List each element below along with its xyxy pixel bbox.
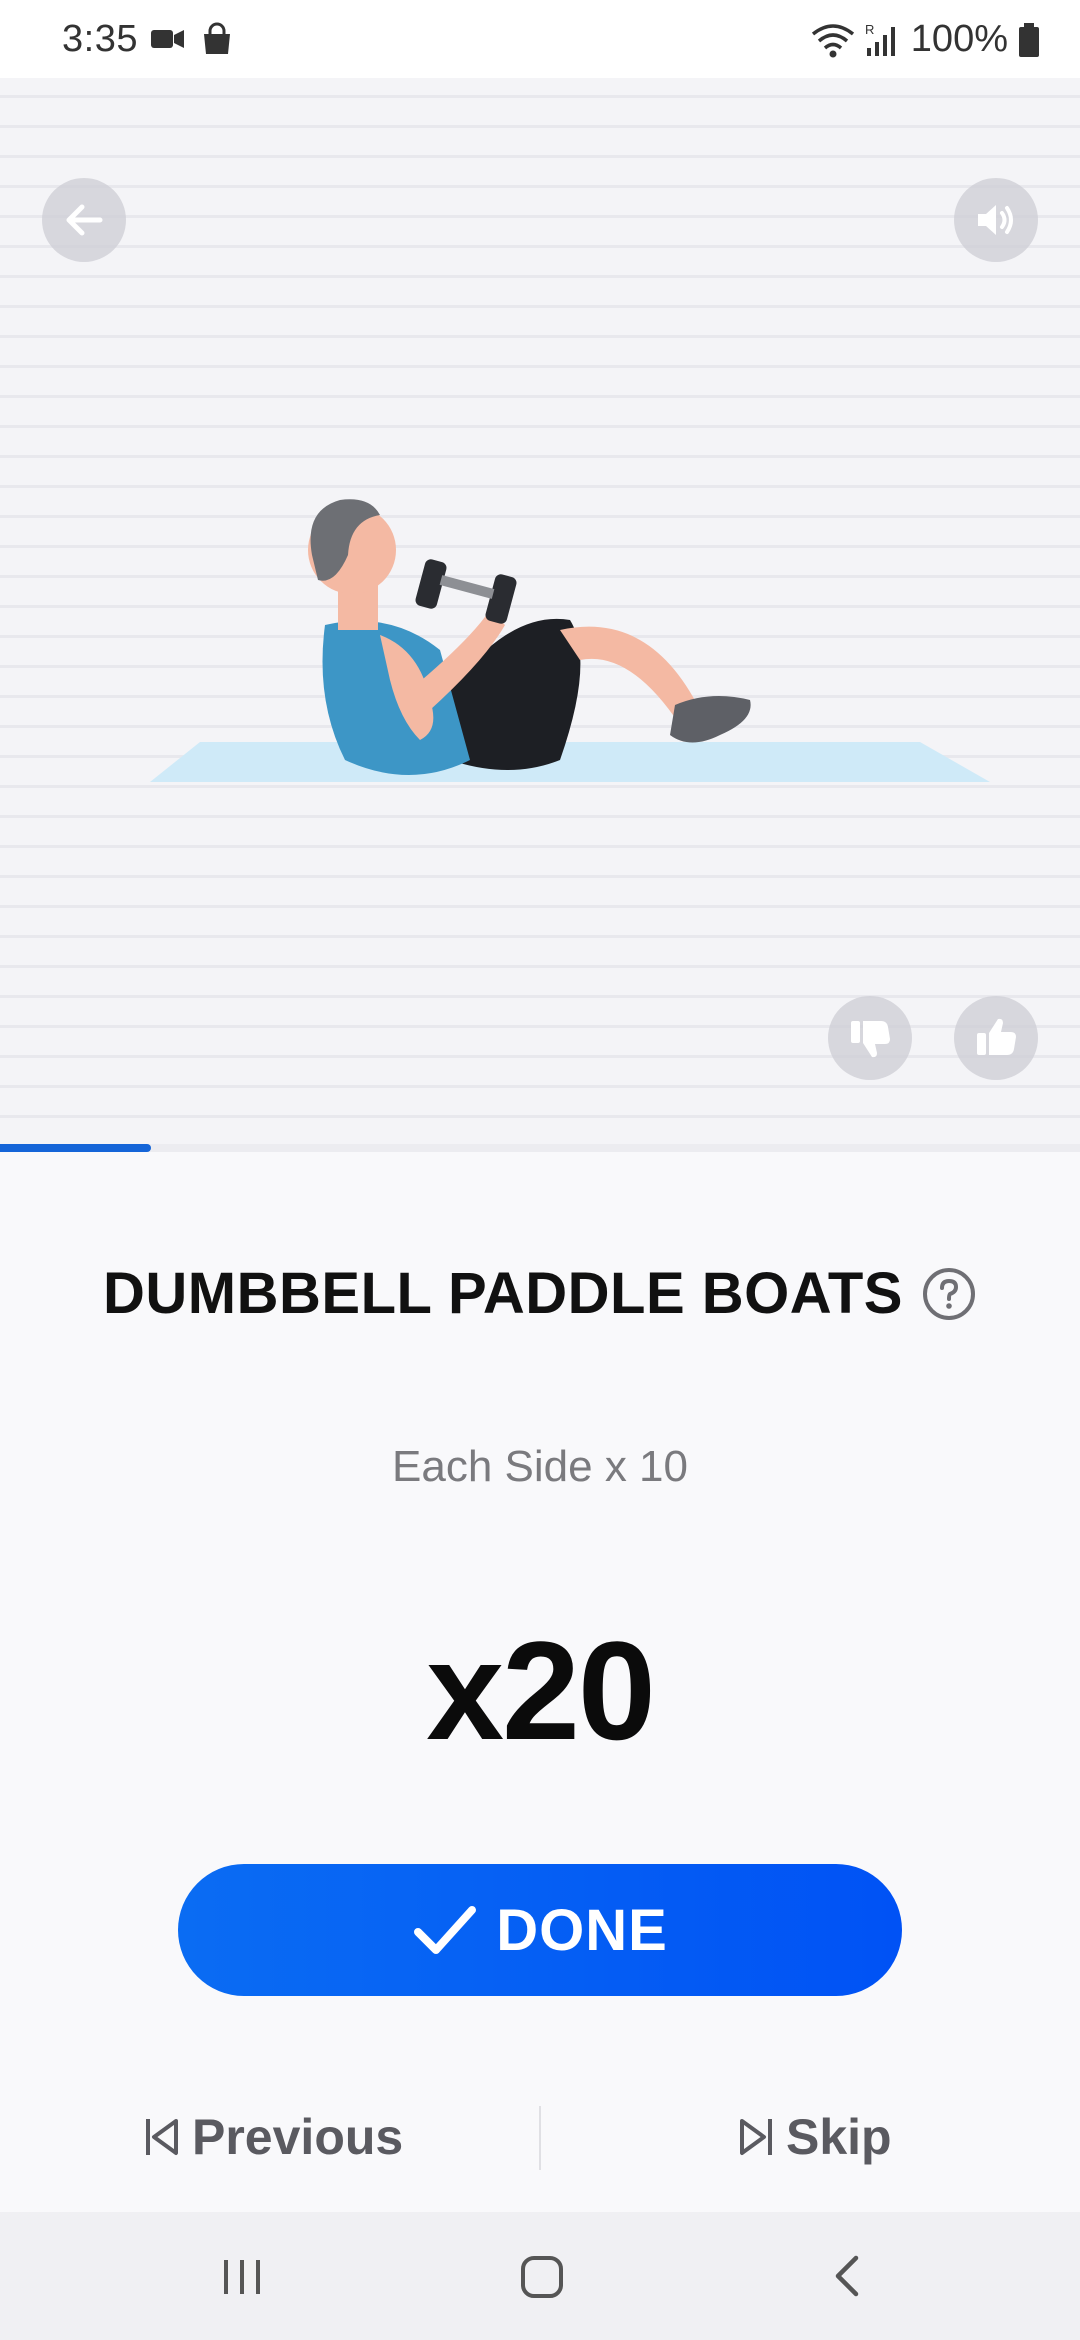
rep-count: x20 xyxy=(426,1612,656,1769)
done-button[interactable]: DONE xyxy=(178,1864,902,1996)
exercise-navigation: Previous Skip xyxy=(0,2100,1080,2174)
arrow-left-icon xyxy=(66,204,103,236)
svg-text:R: R xyxy=(865,22,874,37)
home-icon[interactable] xyxy=(518,2252,566,2300)
speaker-icon xyxy=(978,205,1013,235)
skip-next-icon xyxy=(740,2119,772,2155)
workout-progress-bar xyxy=(0,1144,1080,1152)
checkmark-icon xyxy=(414,1906,477,1954)
exercise-animation-area xyxy=(0,78,1080,1148)
workout-progress-fill xyxy=(0,1144,152,1152)
thumbs-up-icon xyxy=(977,1018,1016,1055)
video-camera-icon xyxy=(151,30,184,48)
previous-button[interactable]: Previous xyxy=(142,2100,403,2174)
exercise-illustration xyxy=(150,499,990,782)
skip-previous-icon xyxy=(146,2119,178,2155)
system-navigation-bar xyxy=(0,2212,1080,2340)
like-button[interactable] xyxy=(954,996,1038,1080)
back-button[interactable] xyxy=(42,178,126,262)
thumbs-down-icon xyxy=(851,1021,890,1058)
wifi-icon xyxy=(811,23,854,57)
shopping-bag-icon xyxy=(204,22,230,54)
exercise-subtitle: Each Side x 10 xyxy=(392,1442,688,1491)
status-system-icons: R 100% xyxy=(811,18,1040,61)
battery-percentage: 100% xyxy=(910,18,1008,60)
battery-icon xyxy=(1019,22,1039,57)
signal-icon: R xyxy=(865,22,895,56)
skip-button[interactable]: Skip xyxy=(736,2100,892,2174)
skip-label: Skip xyxy=(786,2109,892,2165)
exercise-title: DUMBBELL PADDLE BOATS xyxy=(103,1261,903,1326)
dislike-button[interactable] xyxy=(828,996,912,1080)
status-time: 3:35 xyxy=(62,18,138,60)
back-icon[interactable] xyxy=(824,2252,872,2300)
question-circle-icon[interactable] xyxy=(921,1266,977,1322)
previous-label: Previous xyxy=(192,2109,404,2165)
done-button-label: DONE xyxy=(496,1897,668,1963)
sound-toggle-button[interactable] xyxy=(954,178,1038,262)
recent-apps-icon[interactable] xyxy=(218,2252,266,2300)
nav-divider xyxy=(539,2106,541,2170)
status-bar: 3:35 R 100% xyxy=(0,0,1080,78)
status-notification-icons xyxy=(150,22,234,56)
exercise-mat xyxy=(150,742,990,782)
exercise-title-row: DUMBBELL PADDLE BOATS xyxy=(0,1260,1080,1327)
